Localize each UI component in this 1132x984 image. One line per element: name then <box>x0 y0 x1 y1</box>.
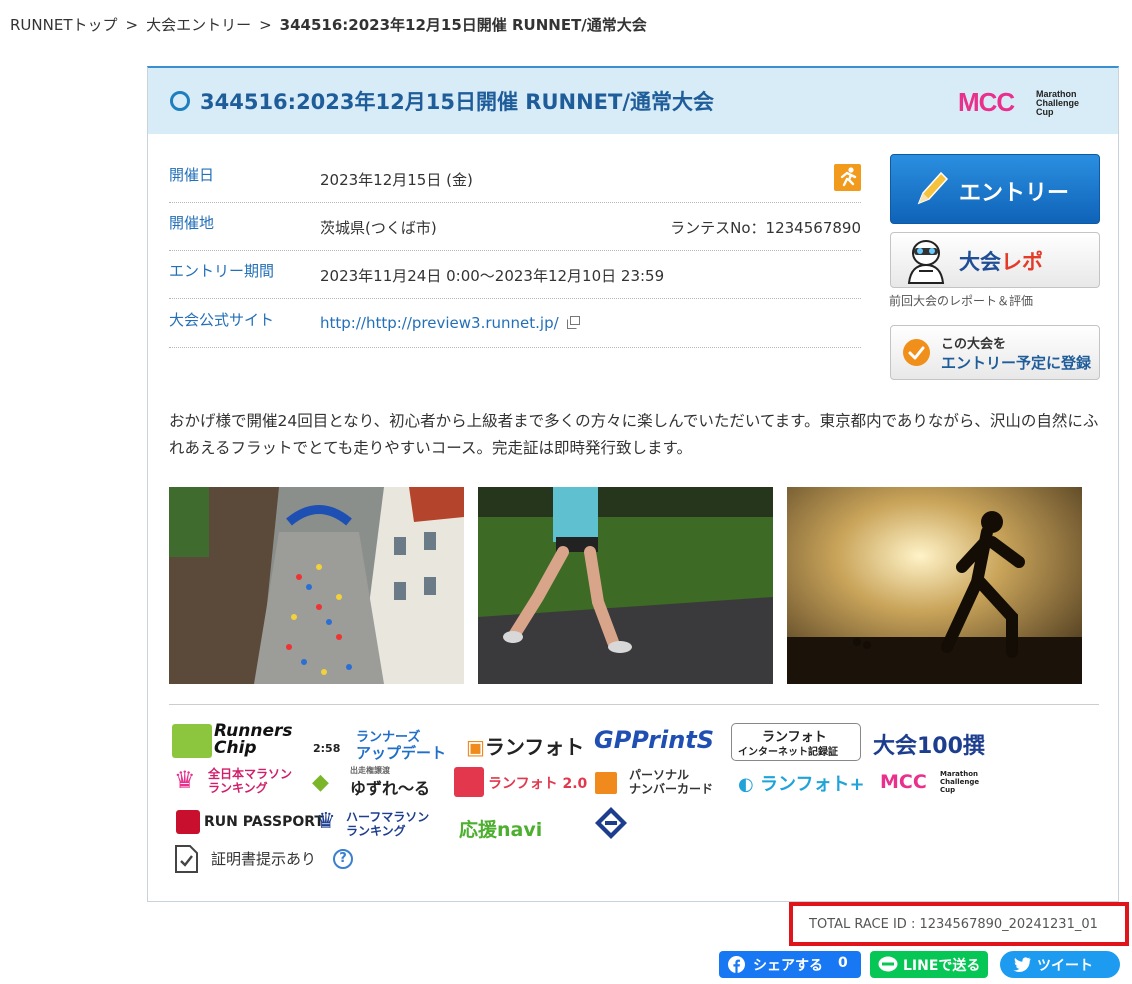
checkmark-icon <box>903 339 930 366</box>
venue-value: 茨城県(つくば市) <box>320 219 437 237</box>
tweet-label: ツイート <box>1037 958 1093 974</box>
race-report-label: 大会レポ <box>959 250 1043 274</box>
yuzureru-logo: ゆずれ～る <box>350 779 431 798</box>
pencil-icon <box>917 171 949 205</box>
add-to-plan-line2: エントリー予定に登録 <box>941 354 1092 372</box>
line-share-label: LINEで送る <box>903 958 981 974</box>
runners-chip-logo: Runners Chip <box>214 721 293 758</box>
gp-prints-logo: GPPrintS <box>594 726 715 754</box>
info-row-venue: 開催地 茨城県(つくば市) ランテスNo：1234567890 <box>169 202 861 251</box>
date-label: 開催日 <box>169 166 215 184</box>
breadcrumb-current: 344516:2023年12月15日開催 RUNNET/通常大会 <box>279 16 647 34</box>
half-marathon-icon: ♛ <box>316 809 336 834</box>
yuzureru-icon: ◆ <box>312 770 329 795</box>
breadcrumb-separator: > <box>259 16 272 34</box>
marathon-ranking-logo: 全日本マラソン ランキング <box>208 767 293 795</box>
race-description: おかげ様で開催24回目となり、初心者から上級者まで多くの方々に楽しんでいただいて… <box>169 412 1099 457</box>
add-to-plan-button[interactable]: この大会を エントリー予定に登録 <box>890 325 1100 380</box>
mcc-small-text: Marathon Challenge Cup <box>940 770 980 794</box>
runphoto-certificate-logo: ランフォト インターネット記録証 <box>731 723 861 761</box>
facebook-icon <box>728 956 745 973</box>
mcc-logo: MCC Marathon Challenge Cup <box>958 87 1079 117</box>
official-site-label: 大会公式サイト <box>169 311 275 329</box>
race-photo-street <box>169 487 464 684</box>
race-title: 344516:2023年12月15日開催 RUNNET/通常大会 <box>200 90 714 114</box>
runners-update-logo-2: アップデート <box>356 744 447 762</box>
entry-button-label: エントリー <box>959 181 1070 206</box>
breadcrumb-separator: > <box>125 16 139 34</box>
race-report-caption: 前回大会のレポート＆評価 <box>889 294 1034 308</box>
external-window-icon <box>567 316 581 329</box>
official-site-link[interactable]: http://http://preview3.runnet.jp/ <box>320 314 559 332</box>
certificate-icon <box>175 845 198 873</box>
svg-text:MCC: MCC <box>958 87 1015 117</box>
tweet-button[interactable]: ツイート <box>1000 951 1120 978</box>
race-photo-runner-legs <box>478 487 773 684</box>
runphoto2-icon <box>454 767 484 797</box>
run-passport-icon <box>176 810 200 834</box>
race-photo-silhouette <box>787 487 1082 684</box>
breadcrumb-runnet-top[interactable]: RUNNETトップ <box>10 16 117 34</box>
ouen-navi-logo: 応援navi <box>459 819 543 841</box>
divider <box>169 704 1099 705</box>
half-marathon-ranking-logo: ハーフマラソン ランキング <box>346 810 430 838</box>
diamond-emblem-icon <box>595 807 627 839</box>
entry-button[interactable]: エントリー <box>890 154 1100 224</box>
total-race-id-box: TOTAL RACE ID : 1234567890_20241231_01 <box>789 902 1129 946</box>
breadcrumb: RUNNETトップ > 大会エントリー >344516:2023年12月15日開催 R… <box>10 14 647 35</box>
runtest-number: ランテスNo：1234567890 <box>670 219 861 237</box>
info-row-date: 開催日 2023年12月15日 (金) <box>169 154 861 203</box>
line-share-button[interactable]: LINEで送る <box>870 951 988 978</box>
venue-label: 開催地 <box>169 214 215 232</box>
title-bullet-icon <box>170 91 190 111</box>
info-row-entry-period: エントリー期間 2023年11月24日 0:00～2023年12月10日 23:… <box>169 250 861 299</box>
race-report-button[interactable]: 大会レポ <box>890 232 1100 288</box>
facebook-share-label: シェアする <box>753 958 823 974</box>
runners-update-time: 2:58 <box>313 742 341 755</box>
twitter-bird-icon <box>1013 957 1031 972</box>
runphoto-plus-logo: ◐ ランフォト+ <box>738 774 865 795</box>
run-passport-logo: RUN PASSPORT <box>204 814 324 830</box>
mcc-small-logo: MCC <box>880 771 927 793</box>
entry-period-label: エントリー期間 <box>169 262 275 280</box>
help-icon[interactable]: ? <box>333 849 353 869</box>
breadcrumb-entry[interactable]: 大会エントリー <box>146 16 251 34</box>
crown-icon: ♛ <box>174 766 196 794</box>
info-row-official-site: 大会公式サイト http://http://preview3.runnet.jp… <box>169 299 861 348</box>
mascot-icon <box>907 240 945 284</box>
entry-period-value: 2023年11月24日 0:00～2023年12月10日 23:59 <box>320 267 665 285</box>
total-race-id: TOTAL RACE ID : 1234567890_20241231_01 <box>809 917 1098 932</box>
personal-number-icon <box>595 772 617 794</box>
runphoto-logo: ▣ランフォト <box>466 735 585 759</box>
taikai100-logo: 大会100撰 <box>873 734 985 759</box>
runner-icon <box>834 164 861 191</box>
runphoto2-logo: ランフォト 2.0 <box>488 776 588 792</box>
date-value: 2023年12月15日 (金) <box>320 171 473 189</box>
line-icon <box>878 956 898 972</box>
personal-number-logo: パーソナル ナンバーカード <box>629 768 714 796</box>
certificate-text: 証明書提示あり <box>211 850 317 868</box>
facebook-share-button[interactable]: シェアする 0 <box>719 951 861 978</box>
svg-text:Cup: Cup <box>1036 107 1054 117</box>
facebook-share-count: 0 <box>838 955 848 971</box>
runners-chip-icon <box>172 724 212 758</box>
add-to-plan-line1: この大会を <box>941 337 1007 352</box>
